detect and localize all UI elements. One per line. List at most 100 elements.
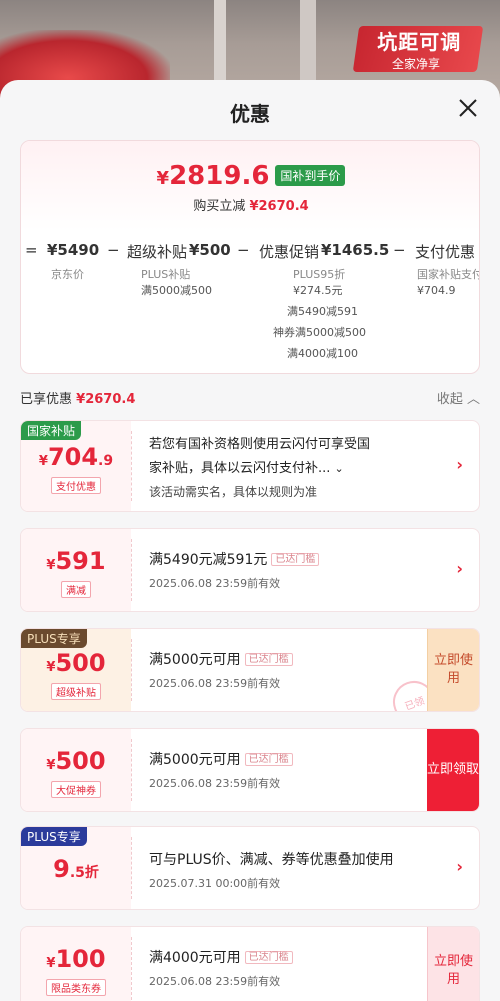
coupon-kind: 限品类东券 <box>21 979 131 996</box>
coupon-amount: 9.5折 <box>21 855 131 883</box>
chevron-up-icon: ︿ <box>466 392 480 407</box>
reduce-label: 购买立减 <box>193 199 246 214</box>
threshold-met-badge: 已达门槛 <box>244 653 293 666</box>
chevron-right-icon[interactable]: › <box>456 857 463 876</box>
coupon-kind-label: 支付优惠 <box>51 477 101 494</box>
coupon-description: 家补贴，具体以云闪付支付补... ⌄ <box>149 457 344 476</box>
coupon-note: 该活动需实名，具体以规则为准 <box>149 485 318 499</box>
promo-amount: ¥1465.5 <box>321 241 390 259</box>
coupon-amount-unit: 折 <box>84 865 99 881</box>
coupon-kind-label: 限品类东券 <box>46 979 106 996</box>
coupon-amount: ¥500 <box>21 649 131 677</box>
jd-price-label: 京东价 <box>51 268 84 281</box>
coupon-divider <box>131 639 132 701</box>
enjoyed-amount: ¥2670.4 <box>76 392 136 407</box>
pay-discount-detail: ¥704.9 <box>417 284 456 297</box>
promo-detail: 神券满5000减500 <box>273 326 366 339</box>
coupon-description: 满4000元可用 已达门槛 <box>149 947 293 967</box>
plus-subsidy-detail: 满5000减500 <box>141 284 212 297</box>
coupon-amount-value: 9 <box>53 855 70 883</box>
price-breakdown: = ¥5490 − 超级补贴 ¥500 − 优惠促销 ¥1465.5 − 支付优… <box>21 241 479 261</box>
coupon-expiry: 2025.07.31 00:00前有效 <box>149 877 281 890</box>
coupon-expiry: 2025.06.08 23:59前有效 <box>149 677 281 690</box>
coupon-description: 满5000元可用 已达门槛 <box>149 649 293 669</box>
coupon-promo-voucher[interactable]: ¥500 大促神券 满5000元可用 已达门槛 2025.06.08 23:59前… <box>20 728 480 812</box>
promo-label: 优惠促销 <box>259 243 320 261</box>
promo-detail: ¥274.5元 <box>293 284 343 297</box>
coupon-corner-tag: PLUS专享 <box>21 629 87 648</box>
coupon-description-text: 满5490元减591元 <box>149 552 268 568</box>
coupon-amount: ¥591 <box>21 547 131 575</box>
chevron-right-icon[interactable]: › <box>456 455 463 474</box>
close-icon <box>459 99 477 117</box>
use-now-button[interactable]: 立即使用 <box>427 629 479 711</box>
coupon-amount-value: 500 <box>55 649 106 677</box>
promo-detail: 满5490减591 <box>287 305 358 318</box>
coupon-description: 若您有国补资格则使用云闪付可享受国 <box>149 437 371 452</box>
promo-banner: 坑距可调 全家净享 <box>352 26 484 72</box>
chevron-down-icon[interactable]: ⌄ <box>335 462 344 475</box>
coupon-kind-label: 超级补贴 <box>51 683 101 700</box>
chevron-right-icon[interactable]: › <box>456 559 463 578</box>
coupon-amount-decimal: .5 <box>69 865 85 881</box>
coupon-amount-value: 591 <box>55 547 106 575</box>
background-decoration <box>300 0 316 90</box>
pay-discount-label: 支付优惠 <box>415 243 476 261</box>
coupon-expiry: 2025.06.08 23:59前有效 <box>149 777 281 790</box>
coupon-kind: 超级补贴 <box>21 683 131 700</box>
collapse-label: 收起 <box>436 392 463 407</box>
coupon-divider <box>131 539 132 601</box>
coupon-amount: ¥100 <box>21 945 131 973</box>
coupon-kind: 支付优惠 <box>21 477 131 494</box>
coupon-description-text: 家补贴，具体以云闪付支付补... <box>149 461 331 476</box>
use-now-button[interactable]: 立即使用 <box>427 927 479 1001</box>
discount-sheet: 优惠 ¥2819.6 国补到手价 购买立减 ¥2670.4 = ¥5490 − … <box>0 80 500 1001</box>
coupon-amount: ¥704.9 <box>21 443 131 471</box>
reduce-amount: ¥2670.4 <box>249 199 309 214</box>
coupon-category-voucher[interactable]: ¥100 限品类东券 满4000元可用 已达门槛 2025.06.08 23:59… <box>20 926 480 1001</box>
coupon-corner-tag: 国家补贴 <box>21 421 82 440</box>
plus-subsidy-amount: ¥500 <box>189 241 231 259</box>
coupon-corner-tag: PLUS专享 <box>21 827 87 846</box>
coupon-amount: ¥500 <box>21 747 131 775</box>
threshold-met-badge: 已达门槛 <box>244 951 293 964</box>
coupon-gov-subsidy[interactable]: 国家补贴 ¥704.9 支付优惠 若您有国补资格则使用云闪付可享受国 家补贴，具… <box>20 420 480 512</box>
reduce-row: 购买立减 ¥2670.4 <box>21 195 479 214</box>
collapse-button[interactable]: 收起 ︿ <box>437 388 480 407</box>
jd-price: ¥5490 <box>47 241 100 259</box>
price-tag: 国补到手价 <box>275 165 346 186</box>
coupon-divider <box>131 837 132 899</box>
promo-detail: 满4000减100 <box>287 347 358 360</box>
coupon-kind: 满减 <box>21 581 131 598</box>
coupon-description-text: 满5000元可用 <box>149 652 241 668</box>
coupon-plus-discount[interactable]: PLUS专享 9.5折 可与PLUS价、满减、券等优惠叠加使用 2025.07.… <box>20 826 480 910</box>
minus-sign: − <box>237 241 250 259</box>
coupon-full-reduction[interactable]: ¥591 满减 满5490元减591元 已达门槛 2025.06.08 23:59… <box>20 528 480 612</box>
minus-sign: − <box>393 241 406 259</box>
background-decoration <box>214 0 226 90</box>
pay-discount-detail: 国家补贴支付 <box>417 268 480 281</box>
coupon-description: 可与PLUS价、满减、券等优惠叠加使用 <box>149 852 394 868</box>
enjoyed-discount: 已享优惠 ¥2670.4 <box>20 388 135 407</box>
currency-symbol: ¥ <box>38 454 48 469</box>
equals-sign: = <box>25 241 38 259</box>
coupon-kind: 大促神券 <box>21 781 131 798</box>
coupon-plus-subsidy[interactable]: PLUS专享 ¥500 超级补贴 满5000元可用 已达门槛 2025.06.08… <box>20 628 480 712</box>
minus-sign: − <box>107 241 120 259</box>
coupon-kind-label: 满减 <box>61 581 91 598</box>
close-button[interactable] <box>456 96 480 120</box>
promo-title: 坑距可调 <box>377 30 462 54</box>
currency-symbol: ¥ <box>156 168 170 189</box>
coupon-kind-label: 大促神券 <box>51 781 101 798</box>
coupon-expiry: 2025.06.08 23:59前有效 <box>149 577 281 590</box>
promo-subtitle: 全家净享 <box>391 57 440 71</box>
final-price: ¥2819.6 <box>157 161 270 191</box>
plus-subsidy-detail: PLUS补贴 <box>141 268 191 281</box>
coupon-amount-value: 704 <box>47 443 99 471</box>
claim-now-button[interactable]: 立即领取 <box>427 729 479 811</box>
coupon-expiry: 2025.06.08 23:59前有效 <box>149 975 281 988</box>
coupon-description: 满5490元减591元 已达门槛 <box>149 549 320 569</box>
coupon-description: 满5000元可用 已达门槛 <box>149 749 293 769</box>
final-price-value: 2819.6 <box>169 161 270 191</box>
threshold-met-badge: 已达门槛 <box>271 553 320 566</box>
